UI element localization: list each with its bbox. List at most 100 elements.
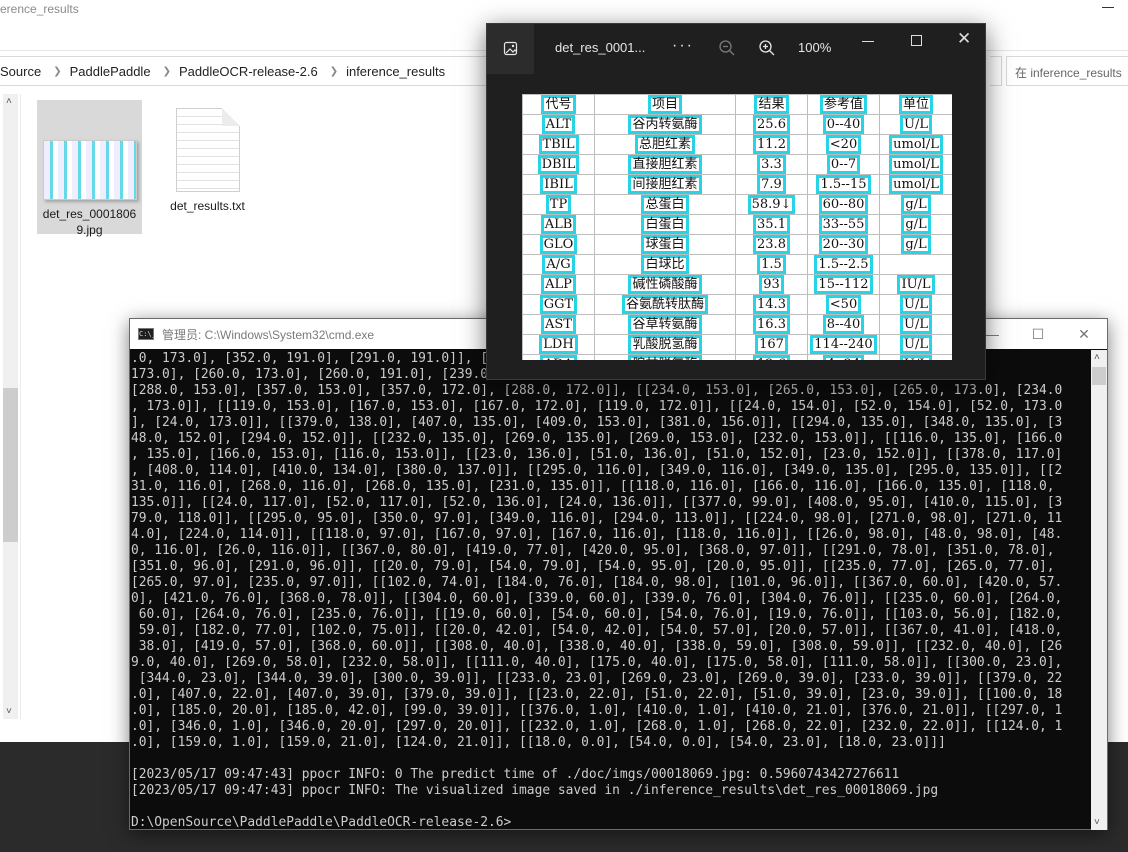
detection-box: 14.3 [753, 295, 790, 314]
detection-box: 12.6 [753, 355, 790, 360]
detection-box: umol/L [889, 135, 943, 154]
table-cell: IBIL [522, 174, 595, 195]
table-cell: 总胆红素 [594, 134, 736, 155]
viewer-toolbar: det_res_0001... ··· 100% ✕ [487, 24, 985, 74]
detection-box: U/L [900, 355, 932, 360]
detection-box: 15--112 [814, 275, 873, 294]
chevron-down-icon[interactable]: ˅ [6, 706, 12, 717]
column-header: 参考值 [807, 94, 880, 115]
table-cell: LDH [522, 334, 595, 355]
lab-results-table: 代号 项目 结果 参考值 单位 ALT 谷丙转氨酶 25.6 0--40 U/L TBIL… [522, 94, 952, 360]
detection-box: g/L [901, 215, 931, 234]
table-cell: 谷草转氨酶 [594, 314, 736, 335]
detection-box: 7.9 [757, 175, 786, 194]
detection-box: DBIL [537, 155, 580, 174]
maximize-button[interactable]: ☐ [1015, 319, 1061, 349]
detection-box: <20 [825, 135, 862, 154]
detection-box: 球蛋白 [641, 235, 689, 254]
chevron-down-icon[interactable]: ˅ [1094, 817, 1100, 828]
detection-box: 碱性磷酸酶 [628, 275, 702, 294]
scrollbar-thumb[interactable] [1092, 367, 1106, 385]
table-header-row: 代号 项目 结果 参考值 单位 [522, 94, 952, 115]
close-button[interactable]: ✕ [1061, 319, 1107, 349]
table-row: IBIL 间接胆红素 7.9 1.5--15 umol/L [522, 174, 952, 195]
breadcrumb-item[interactable]: PaddlePaddle [70, 64, 155, 79]
maximize-button[interactable] [911, 35, 922, 46]
chevron-right-icon: ❯ [53, 65, 62, 77]
console-line: [344.0, 23.0], [344.0, 39.0], [300.0, 39… [131, 671, 1063, 686]
search-input[interactable]: 在 inference_results [1006, 56, 1128, 86]
console-line: .0], [346.0, 1.0], [346.0, 20.0], [297.0… [131, 719, 1063, 734]
breadcrumb-item[interactable]: PaddleOCR-release-2.6 [179, 64, 322, 79]
chevron-right-icon: ❯ [329, 65, 339, 77]
console-line: 0, 116.0], [26.0, 116.0]], [[367.0, 80.0… [131, 543, 1055, 558]
detection-box: 3.3 [757, 155, 786, 174]
detection-box: 总蛋白 [641, 195, 689, 214]
table-cell: g/L [879, 214, 952, 235]
chevron-right-icon: ❯ [162, 65, 171, 77]
detection-box: 白蛋白 [641, 215, 689, 234]
table-cell: 白蛋白 [594, 214, 736, 235]
detection-box: g/L [901, 195, 931, 214]
breadcrumb[interactable]: Source ❯ PaddlePaddle ❯ PaddleOCR-releas… [0, 56, 490, 86]
close-button[interactable]: ✕ [957, 29, 971, 49]
table-cell: 1.5--15 [807, 174, 880, 195]
minimize-button[interactable] [1102, 0, 1116, 14]
table-cell [879, 254, 952, 275]
photos-app-icon[interactable] [487, 24, 534, 74]
console-output[interactable]: .0, 173.0], [352.0, 191.0], [291.0, 191.… [130, 350, 1092, 830]
file-item-det-res-jpg[interactable]: det_res_00018069.jpg [37, 100, 142, 237]
chevron-up-icon[interactable]: ˄ [6, 96, 12, 107]
nav-pane-scrollbar[interactable]: ˄ ˅ [3, 94, 18, 719]
image-icon [503, 41, 517, 56]
console-line: , 135.0], [166.0, 153.0], [116.0, 153.0]… [131, 447, 1063, 462]
detection-box: A/G [542, 255, 575, 274]
zoom-in-icon[interactable] [758, 39, 776, 57]
console-scrollbar[interactable]: ˄ ˅ [1091, 350, 1107, 830]
table-cell: ALP [522, 274, 595, 295]
table-cell: U/L [879, 334, 952, 355]
ocr-result-image[interactable]: 代号 项目 结果 参考值 单位 ALT 谷丙转氨酶 25.6 0--40 U/L TBIL… [522, 94, 952, 360]
detection-box: U/L [900, 335, 932, 354]
minimize-button[interactable] [862, 32, 876, 46]
breadcrumb-item[interactable]: inference_results [346, 64, 449, 79]
refresh-button[interactable] [990, 56, 1002, 86]
table-cell: 球蛋白 [594, 234, 736, 255]
detection-box: 60--80 [818, 195, 869, 214]
table-cell: 3.3 [735, 154, 808, 175]
detection-box: IU/L [897, 275, 935, 294]
detection-box: 1.5--2.5 [814, 255, 873, 274]
console-line: ], [24.0, 173.0]], [[379.0, 138.0], [407… [131, 415, 1063, 430]
console-line: 135.0]], [[24.0, 117.0], [52.0, 117.0], … [131, 495, 1063, 510]
zoom-level[interactable]: 100% [798, 40, 831, 55]
file-title: det_res_0001... [555, 40, 646, 55]
detection-box: 间接胆红素 [628, 175, 702, 194]
detection-box: 0--7 [826, 155, 861, 174]
file-name: det_results.txt [170, 199, 245, 213]
console-line: 31.0, 116.0], [268.0, 116.0], [268.0, 13… [131, 479, 1055, 494]
table-cell: 白球比 [594, 254, 736, 275]
detection-box: 16.3 [753, 315, 790, 334]
zoom-out-icon[interactable] [718, 39, 736, 57]
console-line: 4.0], [224.0, 114.0]], [[118.0, 97.0], [… [131, 527, 1063, 542]
column-header: 代号 [522, 94, 595, 115]
file-item-det-results-txt[interactable]: det_results.txt [155, 100, 260, 234]
table-cell: ALT [522, 114, 595, 135]
detection-box: g/L [901, 235, 931, 254]
detection-box: GLO [539, 235, 578, 254]
console-line: .0], [159.0, 1.0], [159.0, 21.0], [124.0… [131, 735, 946, 750]
detection-box: TBIL [538, 135, 579, 154]
detection-box: <50 [825, 295, 862, 314]
table-cell: ADA [522, 354, 595, 360]
table-row: ALP 碱性磷酸酶 93 15--112 IU/L [522, 274, 952, 295]
scrollbar-thumb[interactable] [3, 388, 18, 542]
detection-box: 11.2 [753, 135, 790, 154]
detection-box: 20--30 [818, 235, 869, 254]
detection-box: 腺甘脱氨酶 [628, 355, 702, 360]
more-options-button[interactable]: ··· [672, 37, 694, 55]
breadcrumb-item[interactable]: Source [0, 64, 45, 79]
chevron-up-icon[interactable]: ˄ [1094, 352, 1100, 363]
detection-box: 直接胆红素 [628, 155, 702, 174]
table-cell: 碱性磷酸酶 [594, 274, 736, 295]
console-line: 59.0], [182.0, 77.0], [102.0, 75.0]], [[… [131, 623, 1063, 638]
